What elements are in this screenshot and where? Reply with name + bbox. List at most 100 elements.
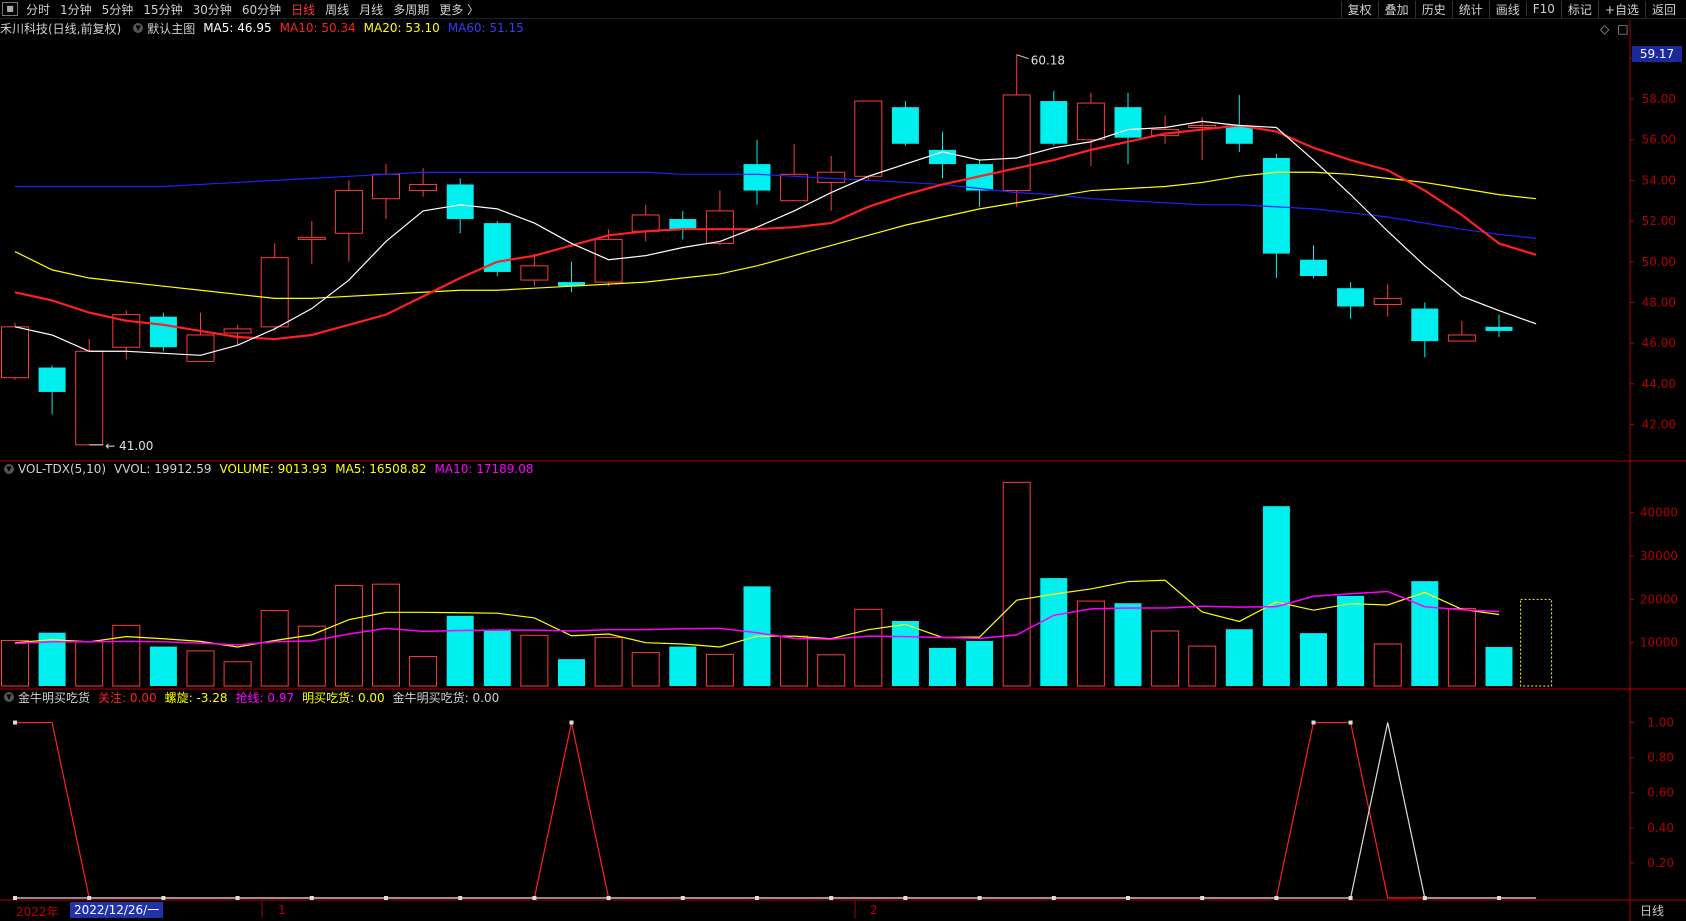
signal-dot — [1274, 896, 1279, 900]
volume-bar-up — [260, 610, 289, 687]
volume-tick-label: 30000 — [1640, 549, 1678, 563]
volume-bar-down — [1337, 595, 1365, 686]
ma20-label: MA20: 53.10 — [363, 21, 440, 35]
month-label-2: 2 — [870, 903, 878, 917]
main-info-line: 禾川科技(日线,前复权) ▼ 默认主图 MA5: 46.95 MA10: 50.… — [0, 20, 532, 36]
volume-bar-up — [409, 656, 438, 687]
volume-label: VOLUME: 9013.93 — [219, 462, 328, 476]
attention-signal-line — [15, 721, 1537, 899]
volume-bar-down — [891, 621, 919, 686]
volume-tick-label: 20000 — [1640, 592, 1678, 606]
template-label[interactable]: 默认主图 — [147, 20, 195, 37]
signal-dot — [1497, 896, 1501, 900]
ma10-label: MA10: 50.34 — [279, 21, 356, 35]
volume-bar-up — [1076, 600, 1105, 687]
volume-bar-down — [966, 640, 994, 686]
volume-bar-up — [780, 635, 809, 687]
candle-body-down — [891, 107, 919, 144]
indicator-info-line: ▼ 金牛明买吃货 关注: 0.00 螺旋: -3.28 抢线: 0.97 明买吃… — [0, 689, 507, 705]
signal-dot — [829, 896, 834, 900]
volume-bar-up — [1188, 645, 1217, 687]
candle-body-down — [669, 219, 697, 230]
candle-body-up — [780, 173, 809, 202]
indicator-tick-label: 0.20 — [1647, 856, 1674, 870]
month-label-1: 1 — [278, 903, 286, 917]
buy-label: 明买吃货: 0.00 — [302, 690, 385, 705]
candle-body-down — [446, 184, 474, 220]
candle-body-up — [594, 238, 623, 283]
volume-bar-down — [446, 615, 474, 686]
vol-ma5-label: MA5: 16508.82 — [335, 462, 427, 476]
price-tick-label: 54.00 — [1642, 173, 1676, 187]
volume-bar-down — [483, 629, 511, 686]
current-price-tag: 59.17 — [1632, 46, 1682, 62]
signal-dot — [1348, 896, 1353, 900]
signal-dot-top — [1348, 720, 1353, 725]
volume-bar-up — [594, 636, 623, 687]
candle-body-up — [223, 328, 252, 334]
signal-dot — [87, 896, 92, 900]
candle-body-up — [854, 100, 883, 177]
volume-bar-down — [1262, 506, 1290, 686]
ind-indicator-name[interactable]: 金牛明买吃货 — [18, 689, 90, 706]
volume-bar-up — [112, 624, 141, 687]
candle-body-down — [1040, 101, 1068, 144]
volume-bar-up — [1, 640, 29, 687]
volume-bar-down — [558, 659, 585, 686]
candle-body-up — [260, 257, 289, 328]
candle-body-down — [1411, 308, 1439, 342]
year-label: 2022年 — [16, 905, 59, 919]
volume-bar-down — [1300, 633, 1327, 686]
signal-dot-top — [1311, 720, 1316, 725]
signal-dot — [458, 896, 463, 900]
price-tick-label: 42.00 — [1642, 417, 1676, 431]
price-tick-label: 56.00 — [1642, 133, 1676, 147]
candle-body-up — [1, 326, 29, 379]
candle-body-down — [1300, 259, 1327, 276]
signal-dot-top — [569, 720, 574, 725]
candle-body-up — [1373, 297, 1402, 305]
signal-dot — [384, 896, 388, 900]
spiral-label: 螺旋: -3.28 — [164, 690, 228, 705]
vol-dropdown-icon[interactable]: ▼ — [4, 464, 14, 474]
main-ind-label: 金牛明买吃货: 0.00 — [392, 690, 500, 705]
candle-body-up — [1447, 334, 1476, 342]
candle-body-down — [1485, 326, 1513, 331]
signal-dot — [161, 896, 166, 900]
volume-bar-up — [186, 650, 215, 687]
ma60-label: MA60: 51.15 — [447, 21, 524, 35]
candle-body-down — [38, 367, 66, 392]
candle-body-down — [1225, 125, 1253, 144]
volume-bar-up — [1002, 481, 1031, 687]
ind-dropdown-icon[interactable]: ▼ — [4, 692, 14, 702]
candle-body-down — [1337, 288, 1365, 307]
square-icon[interactable]: □ — [1617, 22, 1628, 36]
signal-dot-top — [13, 720, 17, 725]
volume-bar-up — [75, 641, 104, 687]
date-cursor-tag: 2022/12/26/一 — [70, 902, 164, 918]
high-marker-arrow — [1016, 54, 1029, 60]
candle-body-up — [1076, 102, 1105, 141]
ma5-label: MA5: 46.95 — [203, 21, 272, 35]
candle-body-up — [631, 214, 660, 232]
volume-bar-down — [1485, 647, 1513, 686]
period-corner-label: 日线 — [1640, 904, 1665, 918]
signal-dot — [977, 896, 982, 900]
volume-bar-down — [669, 646, 697, 686]
signal-dot — [903, 896, 908, 900]
candle-body-up — [75, 350, 104, 446]
signal-dot — [13, 896, 17, 900]
candle-body-up — [372, 173, 400, 200]
template-dropdown-icon[interactable]: ▼ — [133, 23, 144, 33]
candle-body-up — [705, 210, 734, 244]
ma5-line — [14, 120, 1537, 356]
volume-bar-down — [149, 646, 177, 686]
signal-dot — [1126, 896, 1130, 900]
candle-body-up — [297, 236, 326, 240]
price-tick-label: 58.00 — [1642, 92, 1676, 106]
volume-bar-up — [631, 652, 660, 687]
candle-body-down — [149, 316, 177, 348]
diamond-icon[interactable]: ◇ — [1600, 22, 1609, 36]
vol-indicator-name[interactable]: VOL-TDX(5,10) — [18, 462, 106, 476]
grab-label: 抢线: 0.97 — [235, 690, 295, 705]
